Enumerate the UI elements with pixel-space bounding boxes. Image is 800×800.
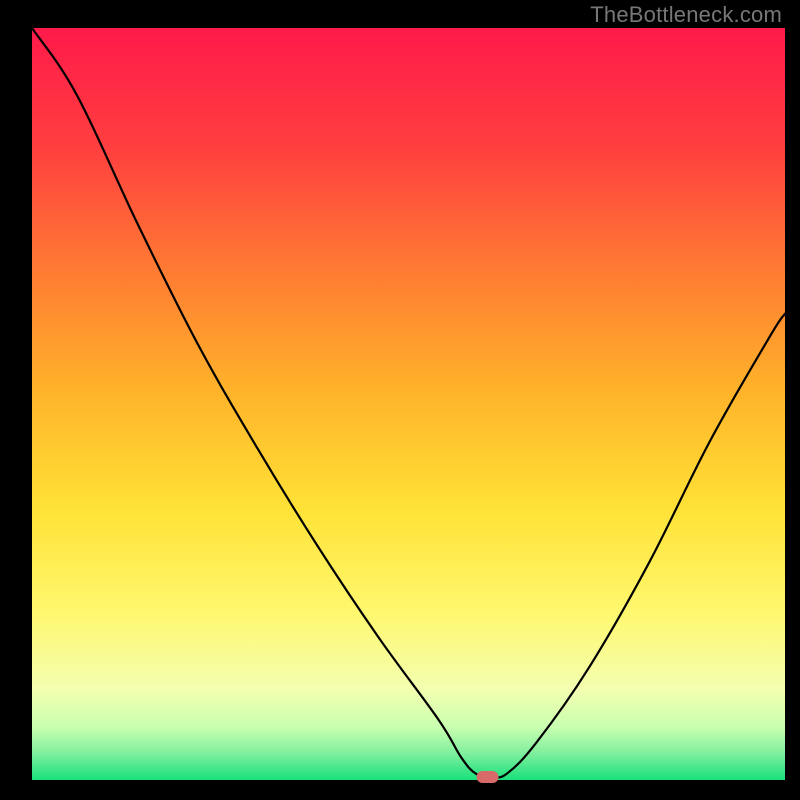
plot-background <box>32 28 785 780</box>
optimum-marker <box>477 771 499 783</box>
watermark-label: TheBottleneck.com <box>590 2 782 28</box>
chart-frame: TheBottleneck.com <box>0 0 800 800</box>
bottleneck-chart <box>0 0 800 800</box>
